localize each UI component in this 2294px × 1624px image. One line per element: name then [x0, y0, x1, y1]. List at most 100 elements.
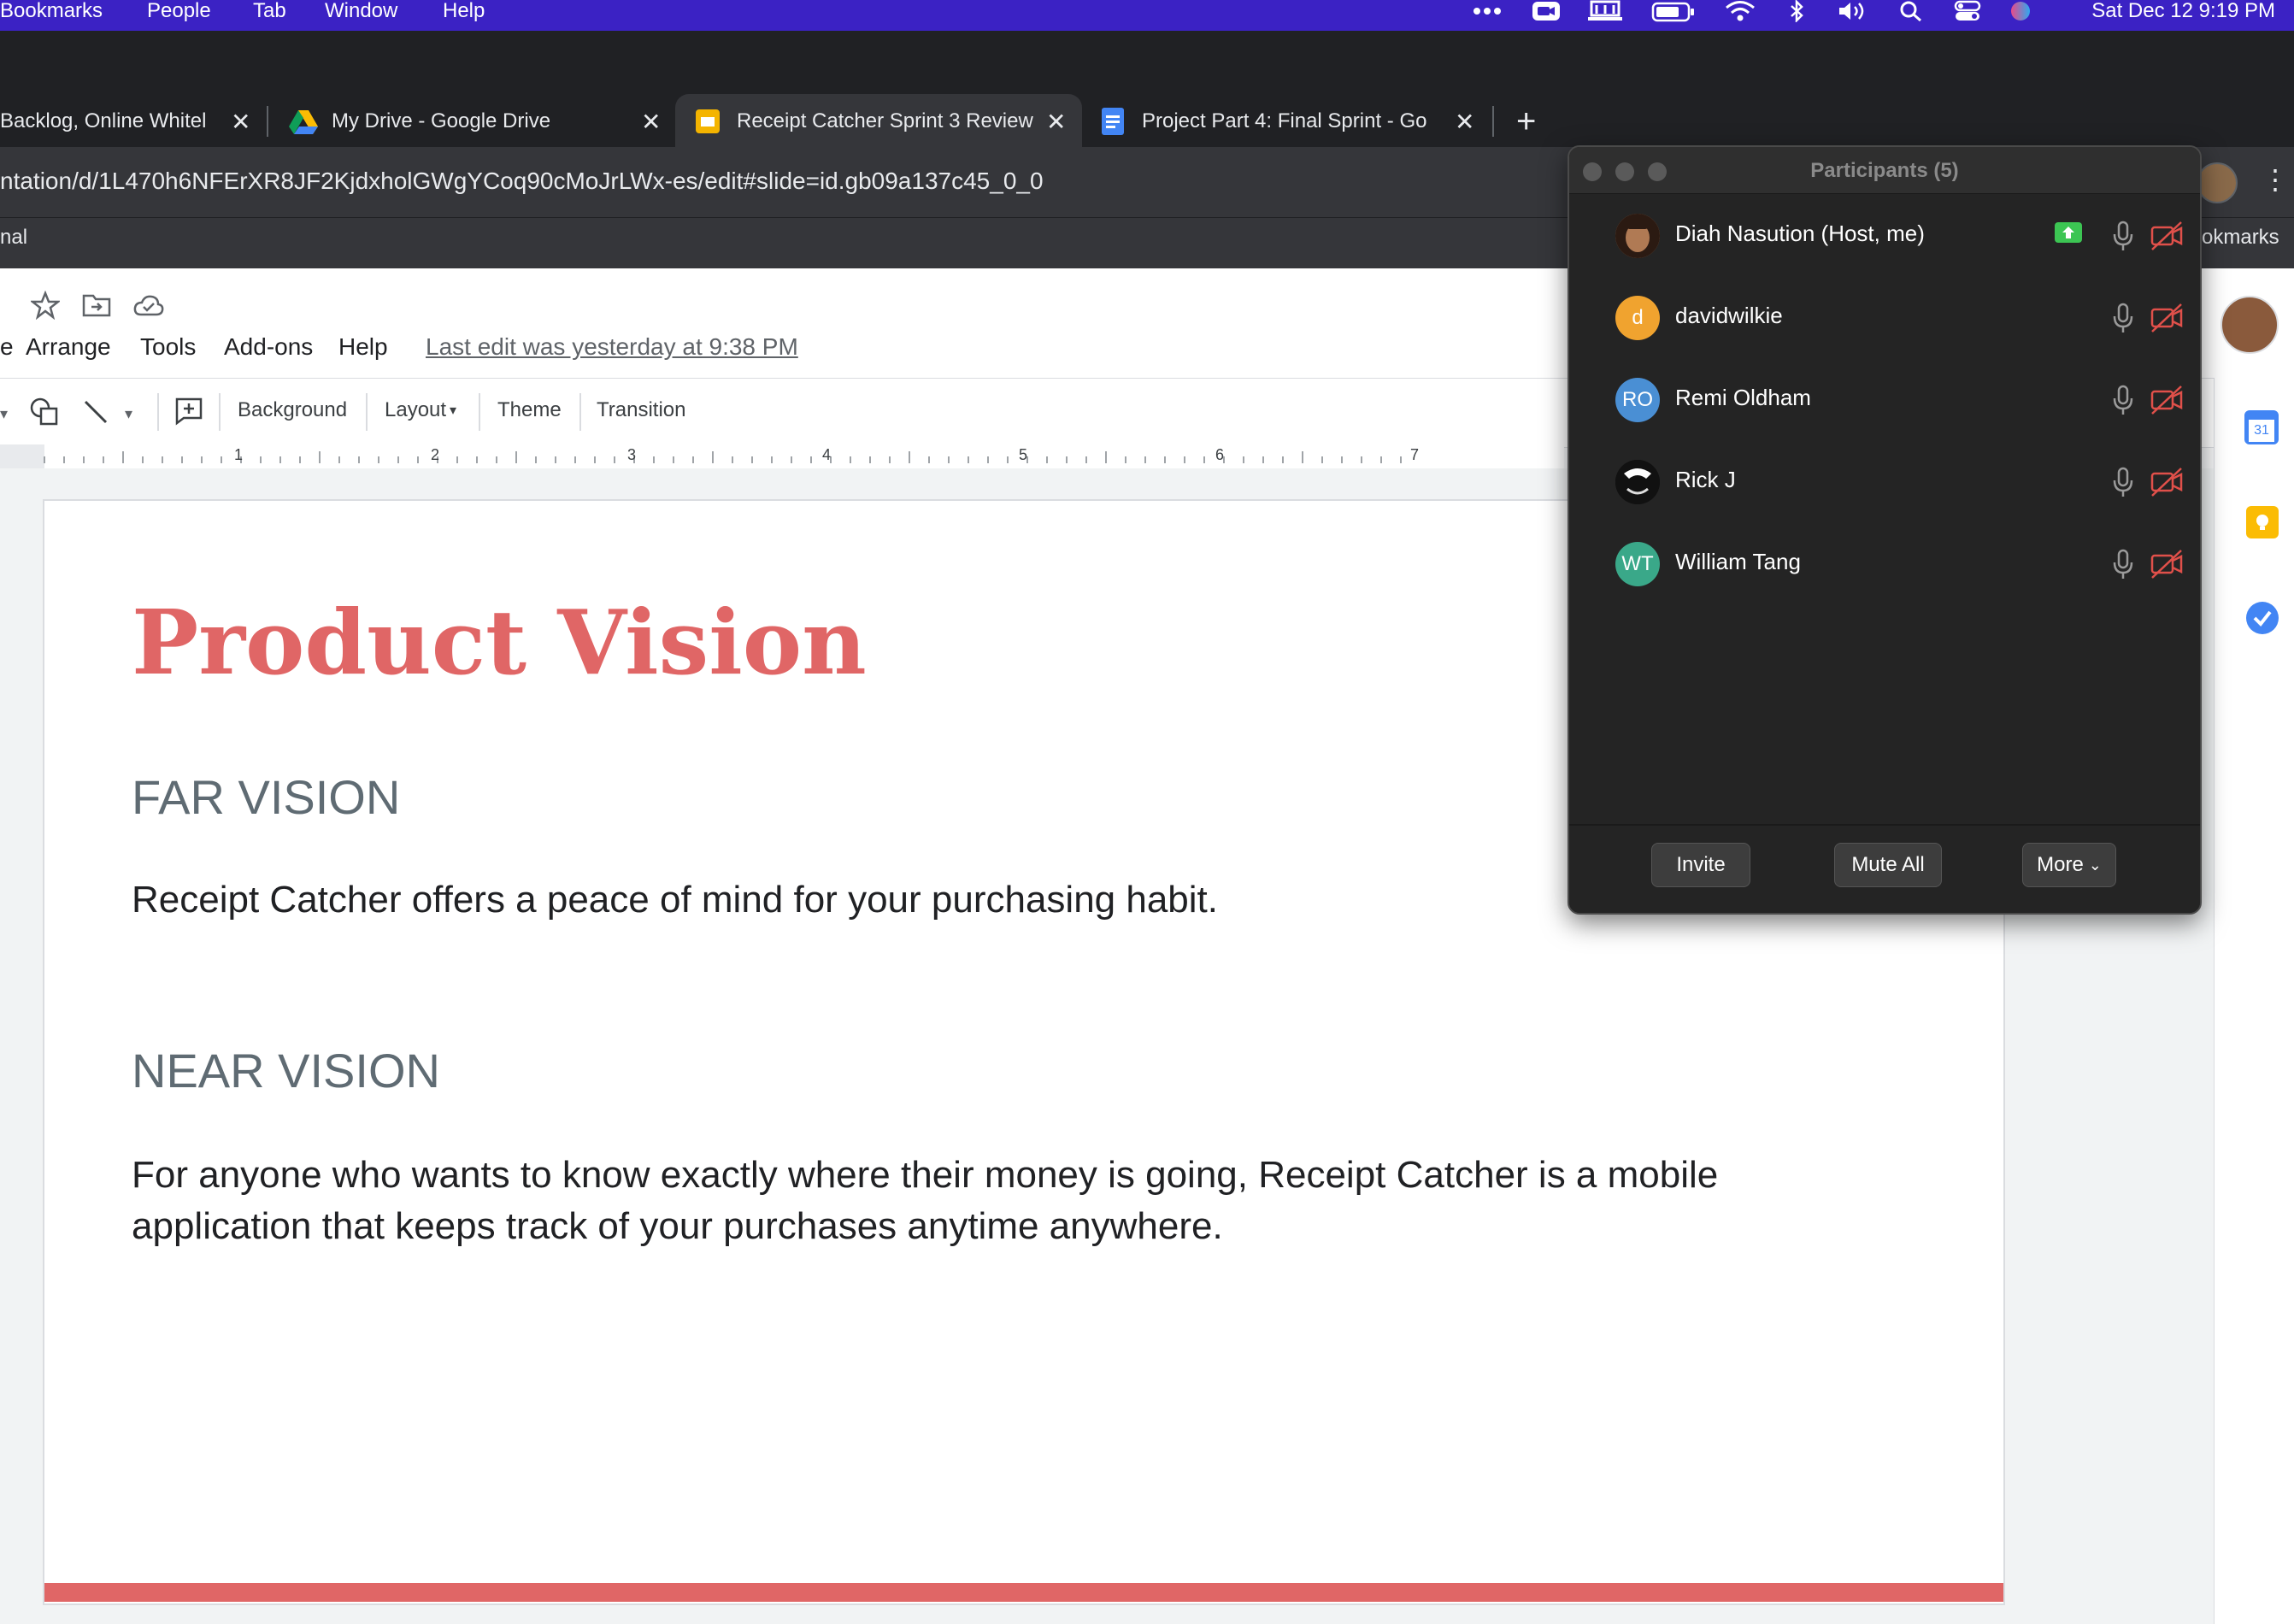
layout-button[interactable]: Layout: [385, 398, 446, 422]
menu-add-ons[interactable]: Add-ons: [224, 333, 313, 361]
shape-icon[interactable]: [29, 397, 60, 430]
zoom-participants-window[interactable]: Participants (5) Diah Nasution (Host, me…: [1568, 145, 2202, 915]
more-label: More: [2037, 853, 2084, 876]
other-bookmarks[interactable]: okmarks: [2202, 226, 2279, 250]
menu-bookmarks[interactable]: Bookmarks: [0, 0, 103, 22]
close-icon[interactable]: ✕: [231, 108, 250, 136]
video-off-icon[interactable]: [2149, 301, 2185, 335]
menu-tab[interactable]: Tab: [253, 0, 286, 22]
microphone-icon[interactable]: [2106, 465, 2140, 499]
menu-people[interactable]: People: [147, 0, 211, 22]
ruler-label: 5: [1019, 446, 1028, 463]
participant-row[interactable]: d davidwilkie: [1569, 277, 2200, 359]
tab-receipt-catcher[interactable]: Receipt Catcher Sprint 3 Review ✕: [675, 94, 1082, 149]
last-edit-link[interactable]: Last edit was yesterday at 9:38 PM: [426, 333, 798, 361]
far-vision-heading[interactable]: FAR VISION: [132, 769, 400, 825]
near-vision-text-line2[interactable]: application that keeps track of your pur…: [132, 1200, 1223, 1253]
new-tab-plus-icon[interactable]: +: [1516, 101, 1536, 142]
tasks-icon[interactable]: [2246, 602, 2279, 634]
kebab-menu-icon[interactable]: ⋮: [2262, 162, 2289, 197]
layout-dropdown-arrow-icon[interactable]: ▾: [450, 402, 456, 419]
toolbar-divider: [219, 393, 221, 431]
toolbar-divider: [366, 393, 368, 431]
participant-row[interactable]: Diah Nasution (Host, me): [1569, 195, 2200, 277]
dropdown-arrow-icon[interactable]: ▾: [0, 405, 8, 423]
avatar: WT: [1615, 542, 1660, 586]
participant-row[interactable]: RO Remi Oldham: [1569, 359, 2200, 441]
zoom-icon[interactable]: [1532, 0, 1561, 22]
siri-icon[interactable]: [2009, 0, 2032, 22]
slide-title[interactable]: Product Vision: [132, 590, 867, 695]
tab-backlog[interactable]: Backlog, Online Whitel ✕: [0, 94, 256, 149]
control-center-icon[interactable]: [1954, 0, 1981, 22]
bluetooth-icon[interactable]: [1788, 0, 1805, 22]
near-vision-heading[interactable]: NEAR VISION: [132, 1043, 440, 1098]
share-screen-icon: [2055, 222, 2082, 243]
tab-separator: [1492, 106, 1494, 137]
ruler-label: 4: [822, 446, 832, 463]
ruler-label: 6: [1215, 446, 1225, 463]
battery-icon[interactable]: [1651, 0, 1696, 22]
calendar-icon[interactable]: 31: [2244, 410, 2279, 444]
tab-separator: [267, 106, 268, 137]
star-icon[interactable]: [29, 290, 62, 324]
participant-name: William Tang: [1675, 549, 1801, 574]
toolbar-divider: [579, 393, 581, 431]
line-icon[interactable]: [82, 398, 109, 430]
mute-all-button[interactable]: Mute All: [1834, 843, 1942, 887]
participant-row[interactable]: Rick J: [1569, 441, 2200, 523]
tab-project-part-4[interactable]: Project Part 4: Final Sprint - Go ✕: [1087, 94, 1491, 149]
ruler-label: 7: [1410, 446, 1420, 463]
close-icon[interactable]: ✕: [641, 108, 661, 136]
close-icon[interactable]: ✕: [1046, 108, 1066, 136]
keep-icon[interactable]: [2246, 506, 2279, 538]
video-off-icon[interactable]: [2149, 219, 2185, 253]
far-vision-text[interactable]: Receipt Catcher offers a peace of mind f…: [132, 874, 1218, 927]
volume-icon[interactable]: [1838, 0, 1872, 22]
tab-title: Receipt Catcher Sprint 3 Review: [737, 109, 1033, 132]
move-folder-icon[interactable]: [82, 292, 111, 322]
wifi-icon[interactable]: [1725, 0, 1756, 22]
url-text[interactable]: ntation/d/1L470h6NFErXR8JF2KjdxholGWgYCo…: [0, 168, 1044, 195]
line-dropdown-arrow-icon[interactable]: ▾: [125, 405, 132, 423]
background-button[interactable]: Background: [238, 398, 347, 422]
bookmark-item[interactable]: nal: [0, 226, 27, 250]
microphone-icon[interactable]: [2106, 301, 2140, 335]
video-off-icon[interactable]: [2149, 465, 2185, 499]
chevron-down-icon: ⌄: [2088, 856, 2102, 874]
tab-title: Project Part 4: Final Sprint - Go: [1142, 109, 1427, 132]
video-off-icon[interactable]: [2149, 383, 2185, 417]
menu-help[interactable]: Help: [338, 333, 388, 361]
near-vision-text-line1[interactable]: For anyone who wants to know exactly whe…: [132, 1149, 1718, 1202]
menu-window[interactable]: Window: [325, 0, 397, 22]
participant-row[interactable]: WT William Tang: [1569, 523, 2200, 605]
tab-title: My Drive - Google Drive: [332, 109, 551, 132]
search-icon[interactable]: [1899, 0, 1923, 22]
menu-slide[interactable]: e: [0, 333, 14, 361]
invite-button[interactable]: Invite: [1651, 843, 1750, 887]
sharing-icon[interactable]: [1586, 0, 1624, 22]
microphone-icon[interactable]: [2106, 547, 2140, 581]
zoom-footer: Invite Mute All More ⌄: [1569, 824, 2200, 913]
menu-help[interactable]: Help: [443, 0, 485, 22]
menubar-clock[interactable]: Sat Dec 12 9:19 PM: [2091, 0, 2275, 22]
google-slides-icon: [696, 109, 720, 133]
transition-button[interactable]: Transition: [597, 398, 685, 422]
menu-tools[interactable]: Tools: [140, 333, 196, 361]
profile-avatar[interactable]: [2197, 162, 2238, 203]
account-avatar[interactable]: [2220, 296, 2279, 354]
ruler[interactable]: 1 2 3 4 5 6 7: [0, 444, 1564, 469]
add-comment-icon[interactable]: [174, 397, 203, 430]
tab-my-drive[interactable]: My Drive - Google Drive ✕: [282, 94, 672, 149]
avatar: RO: [1615, 378, 1660, 422]
more-dots-icon[interactable]: [1472, 0, 1506, 22]
toolbar-divider: [479, 393, 480, 431]
menu-arrange[interactable]: Arrange: [26, 333, 111, 361]
cloud-saved-icon[interactable]: [133, 294, 164, 322]
more-button[interactable]: More ⌄: [2022, 843, 2116, 887]
microphone-icon[interactable]: [2106, 219, 2140, 253]
video-off-icon[interactable]: [2149, 547, 2185, 581]
theme-button[interactable]: Theme: [497, 398, 562, 422]
close-icon[interactable]: ✕: [1455, 108, 1474, 136]
microphone-icon[interactable]: [2106, 383, 2140, 417]
